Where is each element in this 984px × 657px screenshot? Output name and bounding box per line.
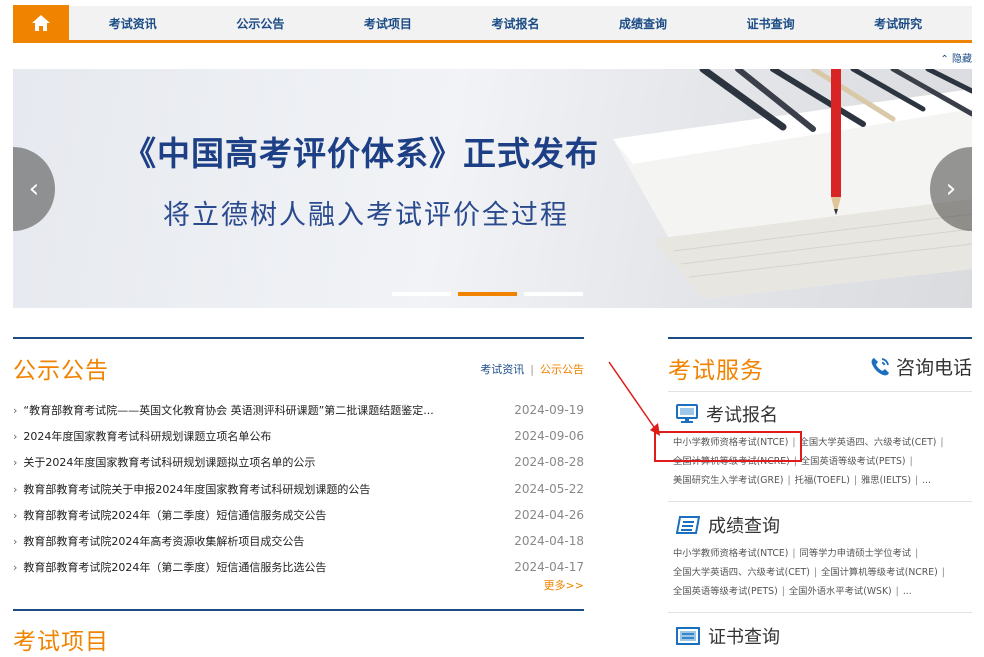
item-date: 2024-09-19 [514, 403, 584, 418]
announcement-tabs: 考试资讯 | 公示公告 [480, 361, 584, 377]
nav-item-projects[interactable]: 考试项目 [364, 15, 412, 32]
carousel-dot-3[interactable] [524, 292, 583, 296]
tab-announcements[interactable]: 公示公告 [540, 363, 584, 376]
exam-link[interactable]: 全国英语等级考试(PETS) [801, 456, 906, 467]
registration-block: 考试报名 中小学教师资格考试(NTCE) | 全国大学英语四、六级考试(CET) | … [668, 401, 972, 490]
list-item[interactable]: 教育部教育考试院2024年高考资源收集解析项目成交公告 2024-04-18 [13, 528, 584, 554]
nav-item-news[interactable]: 考试资讯 [109, 15, 157, 32]
hotline[interactable]: 咨询电话 [869, 353, 972, 380]
item-date: 2024-09-06 [514, 429, 584, 444]
certificates-block: 证书查询 [668, 623, 972, 649]
list-item[interactable]: 2024年度国家教育考试科研规划课题立项名单公布 2024-09-06 [13, 423, 584, 449]
phone-icon [871, 357, 889, 375]
home-icon [32, 15, 50, 31]
exam-link[interactable]: 全国大学英语四、六级考试(CET) [800, 437, 937, 448]
banner-title: 《中国高考评价体系》正式发布 [123, 134, 599, 173]
item-title[interactable]: 教育部教育考试院关于申报2024年度国家教育考试科研规划课题的公告 [13, 481, 370, 497]
exam-link[interactable]: 托福(TOEFL) [795, 475, 850, 486]
divider [668, 391, 972, 392]
exam-link[interactable]: 全国计算机等级考试(NCRE) [821, 567, 938, 578]
hide-label: 隐藏 [952, 54, 972, 65]
carousel-indicators [392, 292, 583, 296]
item-date: 2024-04-18 [514, 534, 584, 549]
item-title[interactable]: 教育部教育考试院2024年（第二季度）短信通信服务成交公告 [13, 507, 326, 523]
exam-link[interactable]: 全国外语水平考试(WSK) [789, 586, 892, 597]
exam-link[interactable]: 中小学教师资格考试(NTCE) [673, 548, 788, 559]
exam-link[interactable]: 美国研究生入学考试(GRE) [673, 475, 783, 486]
list-item[interactable]: 教育部教育考试院2024年（第二季度）短信通信服务比选公告 2024-04-17 [13, 554, 584, 580]
section-title: 公示公告 [13, 358, 109, 384]
hotline-label: 咨询电话 [895, 357, 972, 379]
exam-link[interactable]: 全国大学英语四、六级考试(CET) [673, 567, 810, 578]
nav-item-research[interactable]: 考试研究 [874, 15, 922, 32]
carousel-dot-1[interactable] [392, 292, 451, 296]
exam-link[interactable]: 全国计算机等级考试(NCRE) [673, 456, 790, 467]
document-list-icon [676, 516, 700, 534]
banner-subtitle: 将立德树人融入考试评价全过程 [163, 200, 569, 231]
announcements-section: 公示公告 考试资讯 | 公示公告 “教育部教育考试院——英国文化教育协会 英语测评科… [13, 337, 584, 592]
more-link[interactable]: 更多>> [544, 577, 584, 593]
tab-news[interactable]: 考试资讯 [480, 363, 524, 376]
red-arrow-annotation [608, 361, 660, 436]
tab-separator: | [530, 363, 534, 376]
registration-heading[interactable]: 考试报名 [676, 401, 972, 427]
item-title[interactable]: “教育部教育考试院——英国文化教育协会 英语测评科研课题”第二批课题结题鉴定..… [13, 402, 433, 418]
registration-links: 中小学教师资格考试(NTCE) | 全国大学英语四、六级考试(CET) | 全国计算机… [673, 437, 944, 486]
item-title[interactable]: 2024年度国家教育考试科研规划课题立项名单公布 [13, 428, 271, 444]
chevron-right-icon: › [945, 174, 957, 204]
monitor-icon [676, 404, 698, 423]
hide-banner-link[interactable]: ⌃ 隐藏 [940, 50, 972, 65]
divider [668, 612, 972, 613]
item-date: 2024-04-17 [514, 560, 584, 575]
nav-item-registration[interactable]: 考试报名 [491, 15, 539, 32]
divider [668, 501, 972, 502]
top-nav: 考试资讯 公示公告 考试项目 考试报名 成绩查询 证书查询 考试研究 [13, 4, 972, 43]
more-ellipsis[interactable]: ... [922, 475, 931, 486]
item-date: 2024-08-28 [514, 455, 584, 470]
more-ellipsis[interactable]: ... [903, 586, 912, 597]
list-item[interactable]: 关于2024年度国家教育考试科研规划课题拟立项名单的公示 2024-08-28 [13, 449, 584, 475]
item-date: 2024-05-22 [514, 481, 584, 496]
registration-title: 考试报名 [706, 405, 778, 426]
chevron-up-icon: ⌃ [940, 54, 949, 65]
certificates-heading[interactable]: 证书查询 [676, 623, 972, 649]
exam-link[interactable]: 中小学教师资格考试(NTCE) [673, 437, 788, 448]
nav-item-scores[interactable]: 成绩查询 [619, 15, 667, 32]
scores-links: 中小学教师资格考试(NTCE) | 同等学力申请硕士学位考试 | 全国大学英语四、六级… [673, 548, 945, 597]
certificate-icon [676, 627, 700, 645]
item-title[interactable]: 关于2024年度国家教育考试科研规划课题拟立项名单的公示 [13, 454, 315, 470]
projects-section: 考试项目 [13, 609, 584, 655]
exam-link[interactable]: 同等学力申请硕士学位考试 [800, 548, 912, 559]
carousel-dot-2[interactable] [458, 292, 517, 296]
scores-title: 成绩查询 [708, 516, 780, 537]
section-title: 考试服务 [668, 358, 764, 384]
scores-heading[interactable]: 成绩查询 [676, 512, 972, 538]
certificates-title: 证书查询 [708, 627, 780, 648]
chevron-left-icon: ‹ [28, 174, 40, 204]
nav-item-certificates[interactable]: 证书查询 [747, 15, 795, 32]
list-item[interactable]: 教育部教育考试院关于申报2024年度国家教育考试科研规划课题的公告 2024-05… [13, 476, 584, 502]
announcement-list: “教育部教育考试院——英国文化教育协会 英语测评科研课题”第二批课题结题鉴定..… [13, 397, 584, 580]
scores-block: 成绩查询 中小学教师资格考试(NTCE) | 同等学力申请硕士学位考试 | 全国大学英… [668, 512, 972, 601]
exam-link[interactable]: 雅思(IELTS) [861, 475, 911, 486]
section-title: 考试项目 [13, 629, 109, 655]
list-item[interactable]: 教育部教育考试院2024年（第二季度）短信通信服务成交公告 2024-04-26 [13, 502, 584, 528]
list-item[interactable]: “教育部教育考试院——英国文化教育协会 英语测评科研课题”第二批课题结题鉴定..… [13, 397, 584, 423]
exam-link[interactable]: 全国英语等级考试(PETS) [673, 586, 778, 597]
pencils-book-illustration [613, 69, 972, 299]
banner-carousel[interactable]: 《中国高考评价体系》正式发布 将立德树人融入考试评价全过程 ‹ › [13, 69, 972, 308]
nav-menu: 考试资讯 公示公告 考试项目 考试报名 成绩查询 证书查询 考试研究 [69, 15, 972, 32]
item-date: 2024-04-26 [514, 507, 584, 522]
services-section: 考试服务 咨询电话 考试报名 中小学教师资格考试(NTCE) | 全国大学英语四、六… [668, 337, 972, 648]
home-button[interactable] [13, 4, 69, 42]
item-title[interactable]: 教育部教育考试院2024年（第二季度）短信通信服务比选公告 [13, 559, 326, 575]
item-title[interactable]: 教育部教育考试院2024年高考资源收集解析项目成交公告 [13, 533, 304, 549]
nav-item-announcements[interactable]: 公示公告 [236, 15, 284, 32]
